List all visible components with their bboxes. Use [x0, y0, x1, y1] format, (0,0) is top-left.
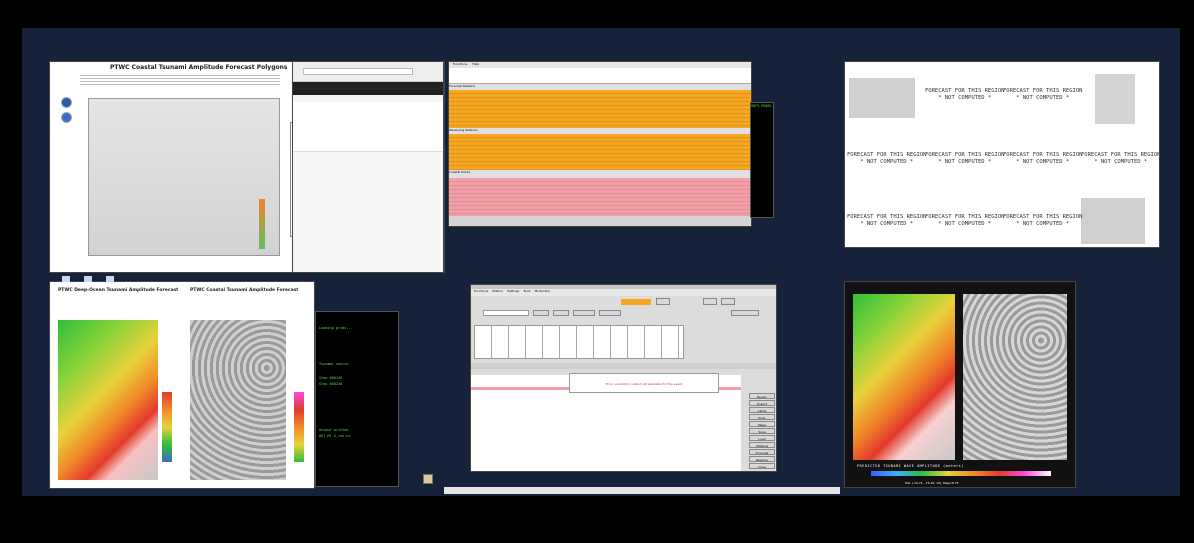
forecast-cell: FORECAST FOR THIS REGION * NOT COMPUTED *	[925, 214, 1005, 227]
address-bar[interactable]	[303, 68, 413, 75]
menu-functions[interactable]: Functions	[453, 62, 467, 66]
side-button-column: Recalc Export Alerts Plots Maps Save Loa…	[749, 393, 775, 471]
taskbar-icon[interactable]	[62, 276, 70, 282]
section-coastal-header: Coastal Points	[449, 170, 751, 178]
parameter-grid[interactable]	[474, 325, 684, 359]
error-message: Error: prediction output not available f…	[605, 382, 683, 386]
side-button[interactable]: Alerts	[749, 407, 775, 413]
forecast-cell: FORECAST FOR THIS REGION * NOT COMPUTED *	[1081, 152, 1160, 165]
coastal-forecast-legend	[294, 392, 304, 462]
terminal-small-line: HDF5_MODEL_run	[751, 104, 773, 108]
action-button[interactable]	[553, 310, 569, 316]
forecast-table[interactable]	[449, 90, 751, 128]
input-row	[471, 310, 776, 318]
noaa-logo	[61, 97, 72, 108]
deep-ocean-title: PTWC Deep-Ocean Tsunami Amplitude Foreca…	[58, 288, 179, 293]
pacific-map	[88, 98, 280, 256]
coastal-forecast-title: PTWC Coastal Tsunami Amplitude Forecast	[190, 288, 299, 293]
side-button[interactable]: Maps	[749, 421, 775, 427]
screen-frame: PTWC Coastal Tsunami Amplitude Forecast …	[0, 0, 1194, 543]
nws-logo	[61, 112, 72, 123]
deep-ocean-legend	[162, 392, 172, 462]
forecast-grid-window[interactable]: FORECAST FOR THIS REGION * NOT COMPUTED *…	[844, 61, 1160, 248]
terminal-line: Tsunami source	[319, 362, 349, 366]
polygons-description	[80, 73, 280, 85]
action-button[interactable]	[731, 310, 759, 316]
action-button[interactable]	[533, 310, 549, 316]
side-button[interactable]: Export	[749, 400, 775, 406]
lower-strip	[444, 487, 840, 494]
amplitude-map-right	[963, 294, 1067, 460]
desktop-background: PTWC Coastal Tsunami Amplitude Forecast …	[22, 28, 1180, 496]
action-button[interactable]	[573, 310, 595, 316]
side-button[interactable]: Load	[749, 435, 775, 441]
terminal-line: Step 000240	[319, 382, 343, 386]
menu-item[interactable]: Model Run	[535, 289, 551, 293]
coastal-table[interactable]	[449, 178, 751, 216]
polygons-title: PTWC Coastal Tsunami Amplitude Forecast …	[110, 64, 288, 71]
toolbar-button[interactable]	[656, 298, 670, 305]
section-coastal-label: Coastal Points	[449, 170, 471, 174]
browser-dark-strip	[293, 82, 443, 95]
amplitude-scale-bar	[871, 471, 1051, 476]
deep-ocean-window[interactable]: PTWC Deep-Ocean Tsunami Amplitude Foreca…	[49, 281, 315, 489]
side-button[interactable]: Close	[749, 463, 775, 469]
terminal-main[interactable]: Loading grids... Tsunami source Step 000…	[315, 311, 399, 487]
menu-item[interactable]: Tools	[523, 289, 530, 293]
control-mid-bar	[471, 363, 776, 369]
tables-window[interactable]: Functions Help Forecast Stations Observi…	[448, 61, 752, 227]
side-button[interactable]: Save	[749, 428, 775, 434]
control-menubar: Functions Station Settings Tools Model R…	[471, 289, 776, 296]
side-button[interactable]: Recalc	[749, 393, 775, 399]
deep-ocean-map	[58, 320, 158, 480]
amplitude-event-line: Mw: (-14.71, -75.20, 10), Mag=8.75	[905, 481, 959, 485]
status-indicator-orange	[621, 299, 651, 305]
coastline-mark	[259, 199, 265, 249]
terminal-line: Loading grids...	[319, 326, 353, 330]
browser-window[interactable]	[292, 61, 444, 273]
menu-help[interactable]: Help	[472, 62, 479, 66]
side-button[interactable]: Forecast	[749, 449, 775, 455]
menu-item[interactable]: Functions	[474, 289, 488, 293]
taskbar-icon[interactable]	[84, 276, 92, 282]
control-status-row	[471, 298, 776, 306]
folder-icon[interactable]	[423, 474, 433, 484]
control-window[interactable]: Functions Station Settings Tools Model R…	[470, 284, 777, 472]
browser-content	[293, 102, 443, 152]
region-map-2	[1095, 74, 1135, 124]
menu-item[interactable]: Station	[492, 289, 503, 293]
amplitude-map-left	[853, 294, 955, 460]
forecast-cell: FORECAST FOR THIS REGION * NOT COMPUTED *	[1003, 214, 1083, 227]
taskbar-icon[interactable]	[106, 276, 114, 282]
amplitude-footer-label: PREDICTED TSUNAMI WAVE AMPLITUDE (meters…	[857, 464, 964, 468]
forecast-cell: FORECAST FOR THIS REGION * NOT COMPUTED *	[847, 214, 927, 227]
amplitude-window[interactable]: PREDICTED TSUNAMI WAVE AMPLITUDE (meters…	[844, 281, 1076, 488]
side-button[interactable]: Stations	[749, 442, 775, 448]
coastal-forecast-map	[190, 320, 286, 480]
tables-info	[449, 68, 751, 84]
action-button[interactable]	[599, 310, 621, 316]
side-button[interactable]: Plots	[749, 414, 775, 420]
region-map-3	[1081, 198, 1145, 244]
event-field[interactable]	[483, 310, 529, 316]
region-map-1	[849, 78, 915, 118]
observing-table[interactable]	[449, 134, 751, 170]
forecast-cell: FORECAST FOR THIS REGION * NOT COMPUTED *	[847, 152, 927, 165]
browser-toolbar	[293, 62, 443, 82]
error-dialog[interactable]: Error: prediction output not available f…	[569, 373, 719, 393]
terminal-small[interactable]: HDF5_MODEL_run	[750, 102, 774, 218]
forecast-cell: FORECAST FOR THIS REGION * NOT COMPUTED *	[925, 152, 1005, 165]
toolbar-button[interactable]	[721, 298, 735, 305]
side-button[interactable]: Regions	[749, 456, 775, 462]
section-observing-label: Observing Stations	[449, 128, 478, 132]
forecast-cell: FORECAST FOR THIS REGION * NOT COMPUTED *	[1003, 88, 1083, 101]
toolbar-button[interactable]	[703, 298, 717, 305]
section-forecast-label: Forecast Stations	[449, 84, 475, 88]
terminal-line: OUT_M7.5_run.nc	[319, 434, 351, 438]
forecast-cell: FORECAST FOR THIS REGION * NOT COMPUTED *	[1003, 152, 1083, 165]
menu-item[interactable]: Settings	[507, 289, 519, 293]
forecast-cell: FORECAST FOR THIS REGION * NOT COMPUTED *	[925, 88, 1005, 101]
